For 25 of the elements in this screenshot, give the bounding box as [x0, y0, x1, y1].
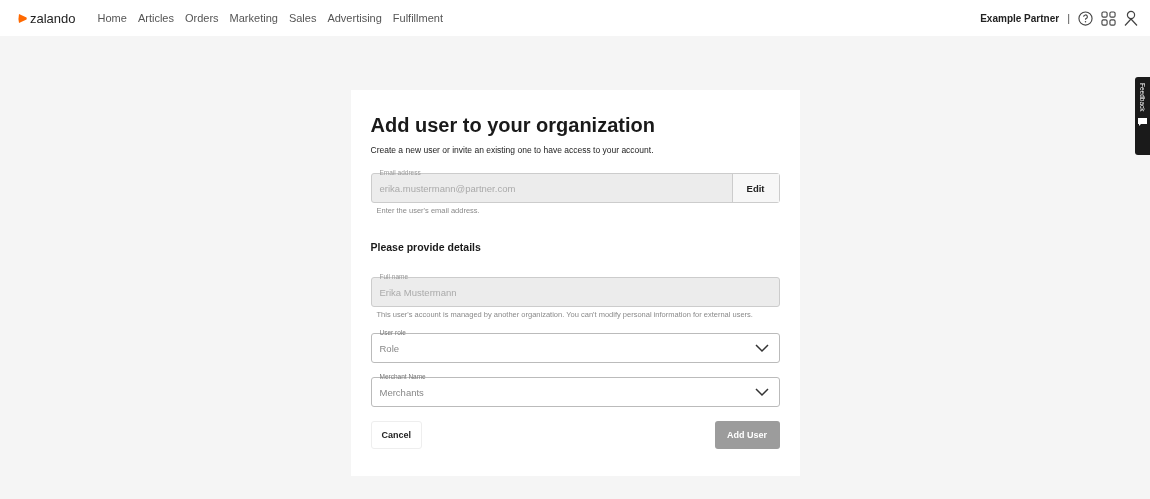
dialog-subtitle: Create a new user or invite an existing one to have access to your account. — [370, 145, 655, 155]
dialog-title: Add user to your organization — [370, 114, 656, 137]
section-heading: Please provide details — [370, 241, 482, 253]
logo-icon — [18, 12, 27, 24]
nav-link[interactable]: Marketing — [229, 12, 278, 24]
apps-grid-icon[interactable] — [1101, 10, 1116, 26]
user-icon[interactable] — [1124, 10, 1138, 26]
placeholder-text: Role — [378, 341, 401, 356]
placeholder-text: Merchants — [378, 385, 425, 400]
account-name[interactable]: Example Partner — [980, 12, 1060, 24]
nav-link[interactable]: Articles — [137, 12, 174, 24]
nav-link[interactable]: Fulfillment — [392, 12, 443, 24]
chevron-down-icon — [754, 387, 769, 397]
nav-link[interactable]: Home — [97, 12, 127, 24]
brand-name[interactable]: zalando — [30, 10, 76, 26]
field-value: erika.mustermann@partner.com — [378, 181, 517, 196]
field-value: Erika Mustermann — [378, 285, 458, 300]
nav-link[interactable]: Orders — [184, 12, 219, 24]
separator: | — [1067, 12, 1070, 24]
nav-link[interactable]: Advertising — [327, 12, 382, 24]
help-icon[interactable] — [1078, 10, 1093, 26]
chevron-down-icon — [754, 343, 769, 353]
nav-link[interactable]: Sales — [288, 12, 317, 24]
cancel-button[interactable]: Cancel — [370, 421, 422, 449]
chat-icon — [1138, 117, 1147, 126]
